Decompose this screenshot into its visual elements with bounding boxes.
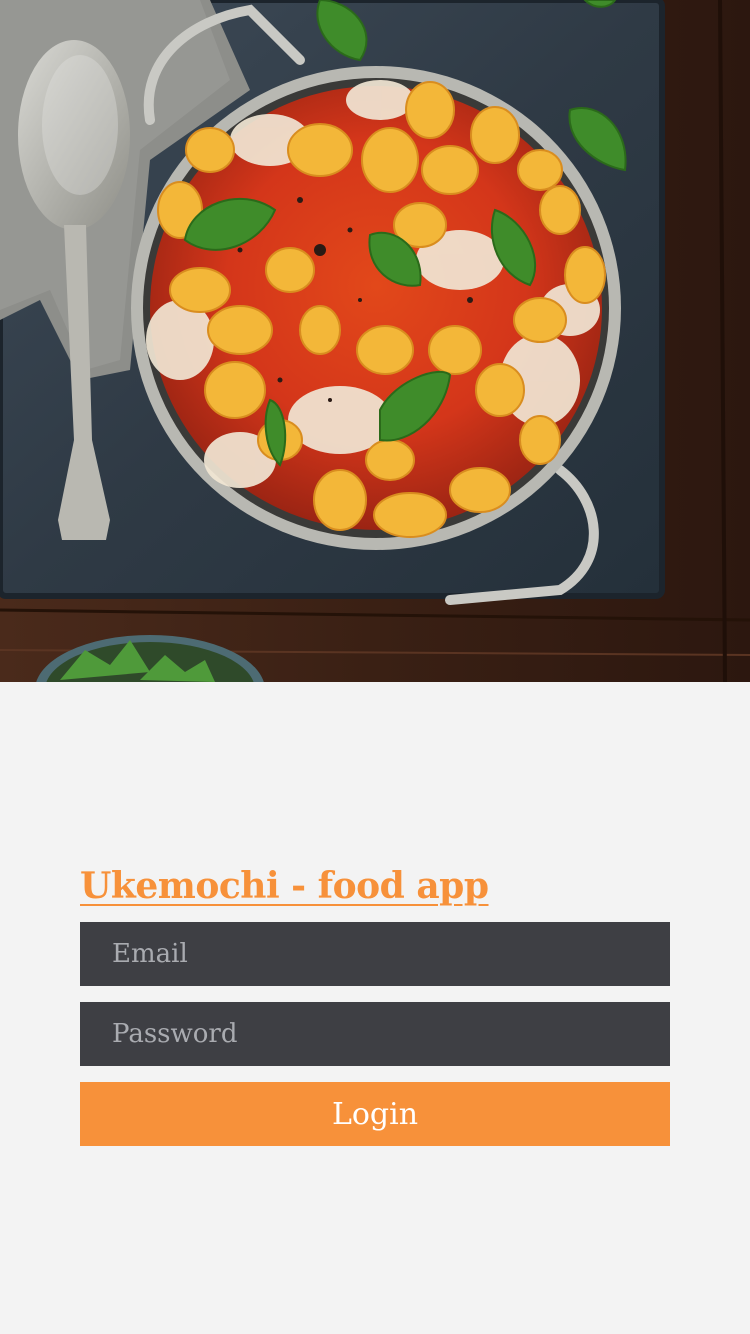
- app-title: Ukemochi - food app: [80, 865, 489, 907]
- email-field[interactable]: [80, 922, 670, 986]
- password-field[interactable]: [80, 1002, 670, 1066]
- login-button[interactable]: Login: [80, 1082, 670, 1146]
- login-form: Ukemochi - food app Login: [80, 860, 670, 1146]
- hero-food-image: [0, 0, 750, 682]
